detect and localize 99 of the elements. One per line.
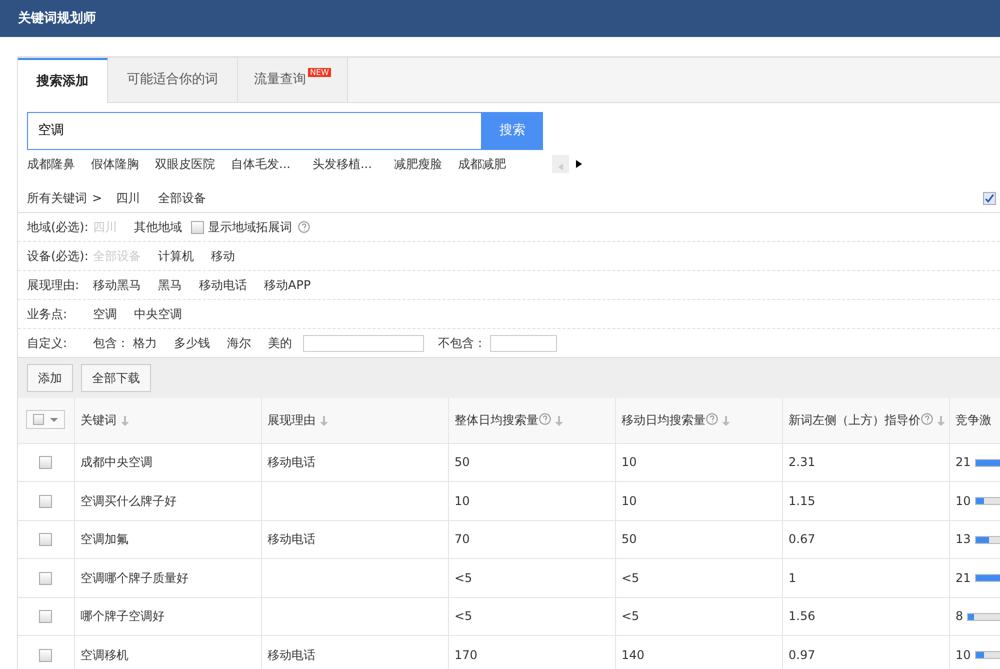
checkbox[interactable] xyxy=(39,533,52,546)
filter-option[interactable]: 中央空调 xyxy=(134,305,182,323)
select-all-dropdown[interactable] xyxy=(26,410,66,430)
tab[interactable]: 可能适合你的词 xyxy=(108,58,238,102)
competition-value: 8 xyxy=(956,609,964,624)
filter-option[interactable]: 其他地域 xyxy=(134,218,182,236)
filter-option[interactable]: 移动 xyxy=(211,247,235,265)
table-cell: 0.97 xyxy=(788,648,816,662)
breadcrumb-root[interactable]: 所有关键词 xyxy=(27,189,87,207)
app-title: 关键词规划师 xyxy=(0,0,1000,37)
table-cell: 移动电话 xyxy=(268,648,316,662)
toolbar-button[interactable]: 全部下载 xyxy=(81,364,151,392)
next-arrow-icon[interactable] xyxy=(576,160,582,168)
filter-option[interactable]: 移动电话 xyxy=(199,276,247,294)
table-cell: <5 xyxy=(622,570,640,585)
include-label: 包含： xyxy=(93,335,129,352)
table-cell: <5 xyxy=(454,570,472,585)
sort-icon[interactable] xyxy=(120,416,128,426)
tab[interactable]: 流量查询 $^{NEW}$ xyxy=(238,58,348,102)
filter-option[interactable]: 多少钱 xyxy=(174,334,210,352)
table-cell: 10 xyxy=(622,455,637,470)
suggestion-link[interactable]: 成都减肥 xyxy=(458,155,506,173)
suggestion-link[interactable]: 头发移植... xyxy=(312,155,372,173)
checkbox[interactable] xyxy=(39,494,52,508)
keyword-text: 空调哪个牌子质量好 xyxy=(80,570,188,585)
filter-option[interactable]: 海尔 xyxy=(227,334,251,352)
competition-value: 21 xyxy=(956,455,971,470)
table-cell: 0.67 xyxy=(788,532,816,546)
include-field[interactable] xyxy=(303,334,424,352)
filter-label: 地域(必选): xyxy=(27,219,90,236)
exclude-label: 不包含： xyxy=(438,335,486,352)
breadcrumb-item[interactable]: 全部设备 xyxy=(158,189,206,207)
help-icon[interactable] xyxy=(920,413,932,426)
column-header[interactable]: 关键词 xyxy=(80,413,116,428)
table-cell: 170 xyxy=(454,648,478,662)
table-cell: 10 xyxy=(454,494,470,508)
filter-option[interactable]: 黑马 xyxy=(158,276,182,294)
suggestion-link[interactable]: 自体毛发... xyxy=(231,155,290,173)
table-cell: 1.15 xyxy=(788,494,816,508)
sort-icon[interactable] xyxy=(554,416,562,426)
search-field[interactable]: 空调 xyxy=(27,112,482,150)
caret-icon[interactable] xyxy=(50,418,58,422)
suggestion-link[interactable]: 成都隆鼻 xyxy=(27,155,75,173)
suggestion-link[interactable]: 假体隆胸 xyxy=(91,155,139,173)
filter-label: 设备(必选): xyxy=(27,248,90,265)
checkbox[interactable] xyxy=(39,610,52,624)
competition-value: 10 xyxy=(956,494,971,508)
keyword-text: 哪个牌子空调好 xyxy=(80,609,164,624)
sort-icon[interactable] xyxy=(936,416,944,426)
filter-option[interactable]: 移动黑马 xyxy=(93,276,141,294)
table-cell: 140 xyxy=(622,648,644,662)
table-cell: 1.56 xyxy=(788,609,816,624)
column-header[interactable]: 移动日均搜索量 xyxy=(622,413,706,428)
checkbox-label[interactable]: 显示地域拓展词 xyxy=(208,218,292,236)
checkbox[interactable] xyxy=(191,220,204,234)
competition-value: 21 xyxy=(956,570,971,585)
filter-option[interactable]: 美的 xyxy=(268,334,292,352)
filter-option[interactable]: 格力 xyxy=(133,334,157,352)
table-cell: 2.31 xyxy=(788,455,816,470)
exclude-field[interactable] xyxy=(490,334,557,352)
table-cell: 移动电话 xyxy=(268,532,316,546)
filter-label: 自定义: xyxy=(27,335,68,352)
checkbox[interactable] xyxy=(39,572,52,585)
filter-option[interactable]: 空调 xyxy=(93,305,117,323)
table-cell: 50 xyxy=(622,532,637,546)
suggestion-link[interactable]: 双眼皮医院 xyxy=(155,155,215,173)
help-icon[interactable] xyxy=(706,413,718,426)
table-cell: <5 xyxy=(622,609,640,624)
filter-option[interactable]: 移动APP xyxy=(264,276,311,294)
table-cell: 50 xyxy=(454,455,470,470)
keyword-text: 成都中央空调 xyxy=(80,455,152,470)
new-badge: NEW xyxy=(308,68,331,78)
filter-option[interactable]: 计算机 xyxy=(158,247,194,265)
help-icon[interactable] xyxy=(298,221,310,233)
toolbar-button[interactable]: 添加 xyxy=(27,364,73,392)
table-cell: 1 xyxy=(788,570,796,585)
column-header[interactable]: 整体日均搜索量 xyxy=(454,413,538,428)
sort-icon[interactable] xyxy=(320,416,328,426)
breadcrumb-separator: > xyxy=(92,190,102,207)
keyword-text: 空调移机 xyxy=(80,648,128,662)
keyword-text: 空调加氟 xyxy=(80,532,128,546)
checkbox[interactable] xyxy=(983,192,996,204)
filter-label: 展现理由: xyxy=(27,277,80,294)
sort-icon[interactable] xyxy=(722,416,730,426)
checkbox[interactable] xyxy=(39,456,52,470)
table-cell: 移动电话 xyxy=(268,455,316,470)
checkbox[interactable] xyxy=(39,648,52,662)
competition-value: 10 xyxy=(956,648,971,662)
table-cell: 70 xyxy=(454,532,470,546)
breadcrumb-item[interactable]: 四川 xyxy=(116,189,140,207)
table-cell: 10 xyxy=(622,494,637,508)
help-icon[interactable] xyxy=(538,413,550,426)
competition-value: 13 xyxy=(956,532,971,546)
table-cell: <5 xyxy=(454,609,472,624)
column-header[interactable]: 展现理由 xyxy=(268,413,316,428)
tab[interactable]: 搜索添加 xyxy=(18,58,108,103)
filter-label: 业务点: xyxy=(27,306,68,323)
keyword-text: 空调买什么牌子好 xyxy=(80,494,176,508)
suggestion-link[interactable]: 减肥瘦脸 xyxy=(394,155,442,173)
